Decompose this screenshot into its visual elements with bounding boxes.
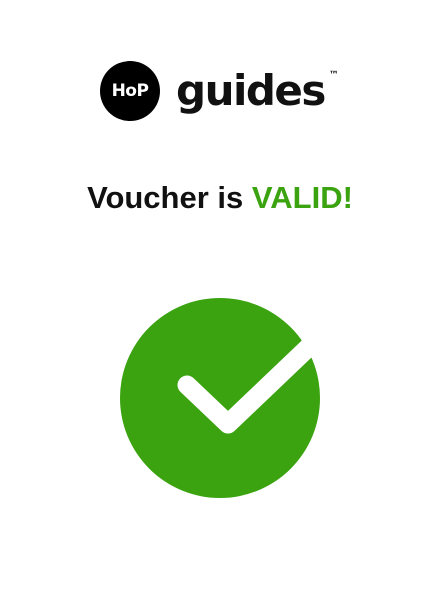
voucher-status-heading: Voucher is VALID! — [0, 180, 440, 216]
status-prefix: Voucher is — [87, 180, 244, 215]
status-valid-text: VALID! — [251, 180, 353, 215]
check-circle — [120, 298, 320, 498]
brand-logo: HoP guides ™ — [100, 60, 339, 122]
brand-name: guides — [176, 66, 326, 115]
hop-logo-badge: HoP — [100, 61, 160, 121]
checkmark-circle-icon — [120, 298, 324, 498]
trademark-symbol: ™ — [328, 70, 339, 81]
